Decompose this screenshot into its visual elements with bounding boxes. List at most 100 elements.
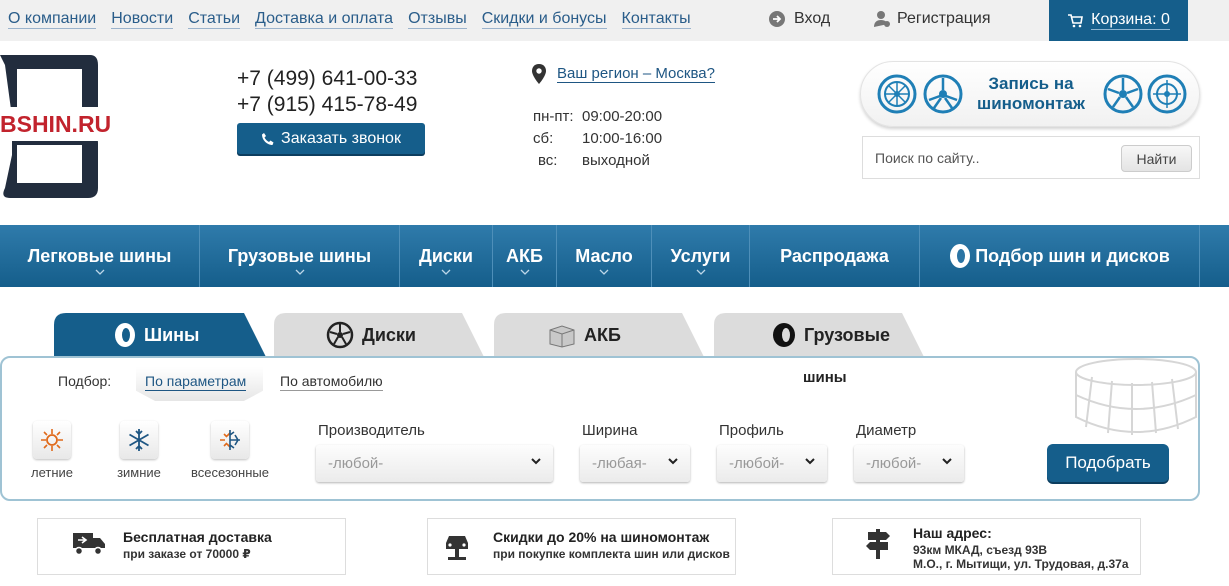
link-contacts[interactable]: Контакты <box>621 10 691 29</box>
width-label: Ширина <box>582 422 638 439</box>
map-pin-icon <box>532 64 546 84</box>
nav-tire-selector[interactable]: Подбор шин и дисков <box>920 225 1200 287</box>
tab-tires[interactable]: Шины <box>54 313 266 357</box>
season-label: всесезонные <box>191 465 269 480</box>
nav-label: Распродажа <box>780 245 889 266</box>
hours-row: пн-пт: 09:00-20:00 <box>533 106 662 128</box>
nav-oil[interactable]: Масло <box>557 225 652 287</box>
wheel-icon <box>1147 74 1187 114</box>
info-title: Наш адрес: <box>913 525 992 541</box>
snowflake-icon <box>120 421 158 459</box>
link-reviews[interactable]: Отзывы <box>408 10 467 29</box>
profile-label: Профиль <box>719 422 784 439</box>
info-title: Бесплатная доставка <box>123 529 272 545</box>
delivery-truck-icon <box>73 533 105 556</box>
signpost-icon <box>866 529 890 559</box>
tab-content: Шины <box>114 322 199 348</box>
nav-passenger-tires[interactable]: Легковые шины <box>0 225 200 287</box>
tire-service-button[interactable]: Запись на шиномонтаж <box>860 61 1200 127</box>
mode-params-tab[interactable]: По параметрам <box>145 373 247 391</box>
login-icon <box>769 11 785 27</box>
tire-icon <box>115 323 135 347</box>
nav-batteries[interactable]: АКБ <box>493 225 557 287</box>
search-input[interactable]: Поиск по сайту.. <box>875 150 980 166</box>
chevron-down-icon <box>668 458 678 465</box>
link-discounts[interactable]: Скидки и бонусы <box>481 10 607 29</box>
tab-trucks[interactable]: Грузовые <box>714 313 924 357</box>
address-line-1: 93км МКАД, съезд 93В <box>913 543 1048 557</box>
region-label: Ваш регион – Москва? <box>557 65 715 83</box>
filter-heading: шины <box>803 369 847 386</box>
tire-icon <box>773 323 795 347</box>
chevron-down-icon <box>520 269 529 275</box>
wheel-icon <box>877 74 917 114</box>
phone-icon <box>262 132 274 145</box>
diameter-select[interactable]: -любой- <box>854 445 964 482</box>
nav-wheels[interactable]: Диски <box>400 225 493 287</box>
nav-services[interactable]: Услуги <box>652 225 750 287</box>
tab-content: Диски <box>326 321 416 349</box>
tab-label: АКБ <box>584 324 621 345</box>
nav-label: Масло <box>575 245 633 266</box>
tab-batteries[interactable]: АКБ <box>494 313 704 357</box>
manufacturer-select[interactable]: -любой- <box>316 445 553 482</box>
nav-label: Услуги <box>670 245 731 266</box>
link-articles[interactable]: Статьи <box>188 10 241 29</box>
user-icon <box>874 11 890 27</box>
link-about[interactable]: О компании <box>8 10 97 29</box>
login-link[interactable]: Вход <box>768 10 830 28</box>
nav-label: АКБ <box>506 245 543 266</box>
cart-icon <box>1068 13 1084 27</box>
search-button[interactable]: Найти <box>1121 145 1192 172</box>
hours-time: выходной <box>582 152 650 169</box>
wheel-icon <box>1103 74 1143 114</box>
phone-2[interactable]: +7 (915) 415-78-49 <box>237 92 417 118</box>
region-selector[interactable]: Ваш регион – Москва? <box>531 64 715 84</box>
site-logo[interactable]: BSHIN.RU <box>0 55 111 198</box>
all-season-icon <box>211 421 249 459</box>
nav-label: Подбор шин и дисков <box>975 245 1170 266</box>
hours-time: 10:00-16:00 <box>582 130 663 147</box>
phone-1[interactable]: +7 (499) 641-00-33 <box>237 66 417 92</box>
profile-select[interactable]: -любой- <box>717 445 827 482</box>
info-delivery: Бесплатная доставка при заказе от 70000 … <box>37 518 346 575</box>
season-summer[interactable]: летние <box>12 421 92 480</box>
chevron-down-icon <box>805 458 815 465</box>
tab-label: Диски <box>362 324 416 345</box>
season-label: летние <box>30 465 73 480</box>
season-winter[interactable]: зимние <box>99 421 179 480</box>
find-button[interactable]: Подобрать <box>1047 444 1169 482</box>
chevron-down-icon <box>295 269 304 275</box>
nav-label: Легковые шины <box>27 245 172 266</box>
chevron-down-icon <box>531 458 541 465</box>
address-line-2: М.О., г. Мытищи, ул. Трудовая, д.37а <box>913 557 1129 571</box>
hours-row: сб: 10:00-16:00 <box>533 128 662 150</box>
select-value: -любой- <box>866 455 922 472</box>
wheel-icon <box>923 74 963 114</box>
cart-button[interactable]: Корзина: 0 <box>1049 0 1188 41</box>
select-value: -любой- <box>729 455 785 472</box>
mode-car-tab[interactable]: По автомобилю <box>280 373 383 391</box>
info-subtitle: при заказе от 70000 ₽ <box>123 547 251 561</box>
info-address: Наш адрес: 93км МКАД, съезд 93В М.О., г.… <box>832 518 1141 575</box>
tab-content: АКБ <box>548 322 621 348</box>
hours-days: пн-пт: <box>533 108 574 125</box>
chevron-down-icon <box>95 269 104 275</box>
tire-service-label: Запись на шиномонтаж <box>977 74 1085 113</box>
chevron-down-icon <box>696 269 705 275</box>
top-links: О компании Новости Статьи Доставка и опл… <box>8 10 706 29</box>
select-value: -любая- <box>592 455 647 472</box>
tab-wheels[interactable]: Диски <box>274 313 484 357</box>
link-news[interactable]: Новости <box>111 10 174 29</box>
chevron-down-icon <box>942 458 952 465</box>
call-back-button[interactable]: Заказать звонок <box>237 123 425 154</box>
register-link[interactable]: Регистрация <box>873 10 991 28</box>
main-nav: Легковые шины Грузовые шины Диски АКБ Ма… <box>0 225 1229 287</box>
nav-sale[interactable]: Распродажа <box>750 225 920 287</box>
width-select[interactable]: -любая- <box>580 445 690 482</box>
phones: +7 (499) 641-00-33 +7 (915) 415-78-49 <box>237 66 417 118</box>
link-delivery[interactable]: Доставка и оплата <box>255 10 394 29</box>
nav-truck-tires[interactable]: Грузовые шины <box>200 225 400 287</box>
diameter-label: Диаметр <box>856 422 917 439</box>
season-all[interactable]: всесезонные <box>188 421 272 480</box>
